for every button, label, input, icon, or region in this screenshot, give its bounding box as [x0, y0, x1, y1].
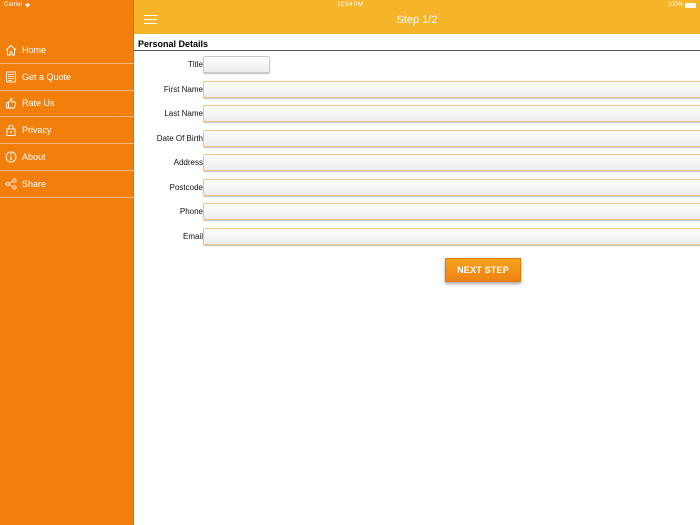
form-row-title: Title	[134, 56, 700, 74]
app-window: Carrier 12:54 PM 100% Home Get a Quote R…	[0, 0, 700, 525]
page-title: Step 1/2	[396, 14, 438, 26]
first-name-field[interactable]	[203, 81, 700, 98]
phone-label: Phone	[179, 207, 203, 216]
postcode-field[interactable]	[203, 179, 700, 196]
sidebar-item-share[interactable]: Share	[0, 171, 134, 198]
sidebar-item-privacy[interactable]: Privacy	[0, 117, 134, 145]
next-step-button[interactable]: NEXT STEP	[445, 258, 521, 282]
sidebar-item-label: Share	[22, 178, 47, 189]
sidebar-item-get-a-quote[interactable]: Get a Quote	[0, 64, 134, 91]
sidebar-item-label: Rate Us	[22, 98, 55, 109]
date-of-birth-field[interactable]	[203, 130, 700, 147]
sidebar-item-home[interactable]: Home	[0, 37, 134, 64]
home-icon	[5, 44, 17, 56]
postcode-label: Postcode	[169, 183, 203, 192]
status-time: 12:54 PM	[337, 2, 363, 8]
address-field[interactable]	[203, 154, 700, 171]
form-row-date-of-birth: Date Of Birth	[134, 130, 700, 148]
battery-label: 100%	[667, 2, 683, 8]
last-name-field[interactable]	[203, 105, 700, 122]
share-icon	[5, 178, 17, 190]
status-battery: 100%	[668, 2, 696, 8]
sidebar-item-rate-us[interactable]: Rate Us	[0, 91, 134, 118]
title-field[interactable]	[203, 56, 270, 73]
address-label: Address	[173, 158, 203, 167]
email-field[interactable]	[203, 228, 700, 245]
title-label: Title	[188, 60, 203, 69]
quote-icon	[5, 71, 17, 83]
email-label: Email	[182, 232, 203, 241]
form-row-phone: Phone	[134, 203, 700, 221]
form-row-first-name: First Name	[134, 81, 700, 99]
sidebar-item-label: Get a Quote	[22, 71, 72, 82]
form-row-address: Address	[134, 154, 700, 172]
lock-icon	[5, 124, 17, 137]
sidebar-item-label: Home	[22, 44, 47, 55]
form-row-last-name: Last Name	[134, 105, 700, 123]
form-row-email: Email	[134, 228, 700, 246]
sidebar-item-label: About	[22, 152, 46, 163]
phone-field[interactable]	[203, 203, 700, 220]
sidebar-menu: Home Get a Quote Rate Us Privacy About S…	[0, 37, 134, 198]
thumbs-up-icon	[5, 97, 17, 109]
battery-icon	[685, 2, 696, 8]
section-divider	[134, 50, 700, 51]
section-title: Personal Details	[138, 39, 209, 49]
sidebar-item-about[interactable]: About	[0, 144, 134, 171]
form-row-postcode: Postcode	[134, 179, 700, 197]
first-name-label: First Name	[163, 85, 203, 94]
sidebar-item-label: Privacy	[22, 125, 52, 136]
info-icon	[5, 151, 17, 163]
sidebar: Home Get a Quote Rate Us Privacy About S…	[0, 0, 134, 525]
date-of-birth-label: Date Of Birth	[156, 134, 203, 143]
last-name-label: Last Name	[164, 109, 203, 118]
